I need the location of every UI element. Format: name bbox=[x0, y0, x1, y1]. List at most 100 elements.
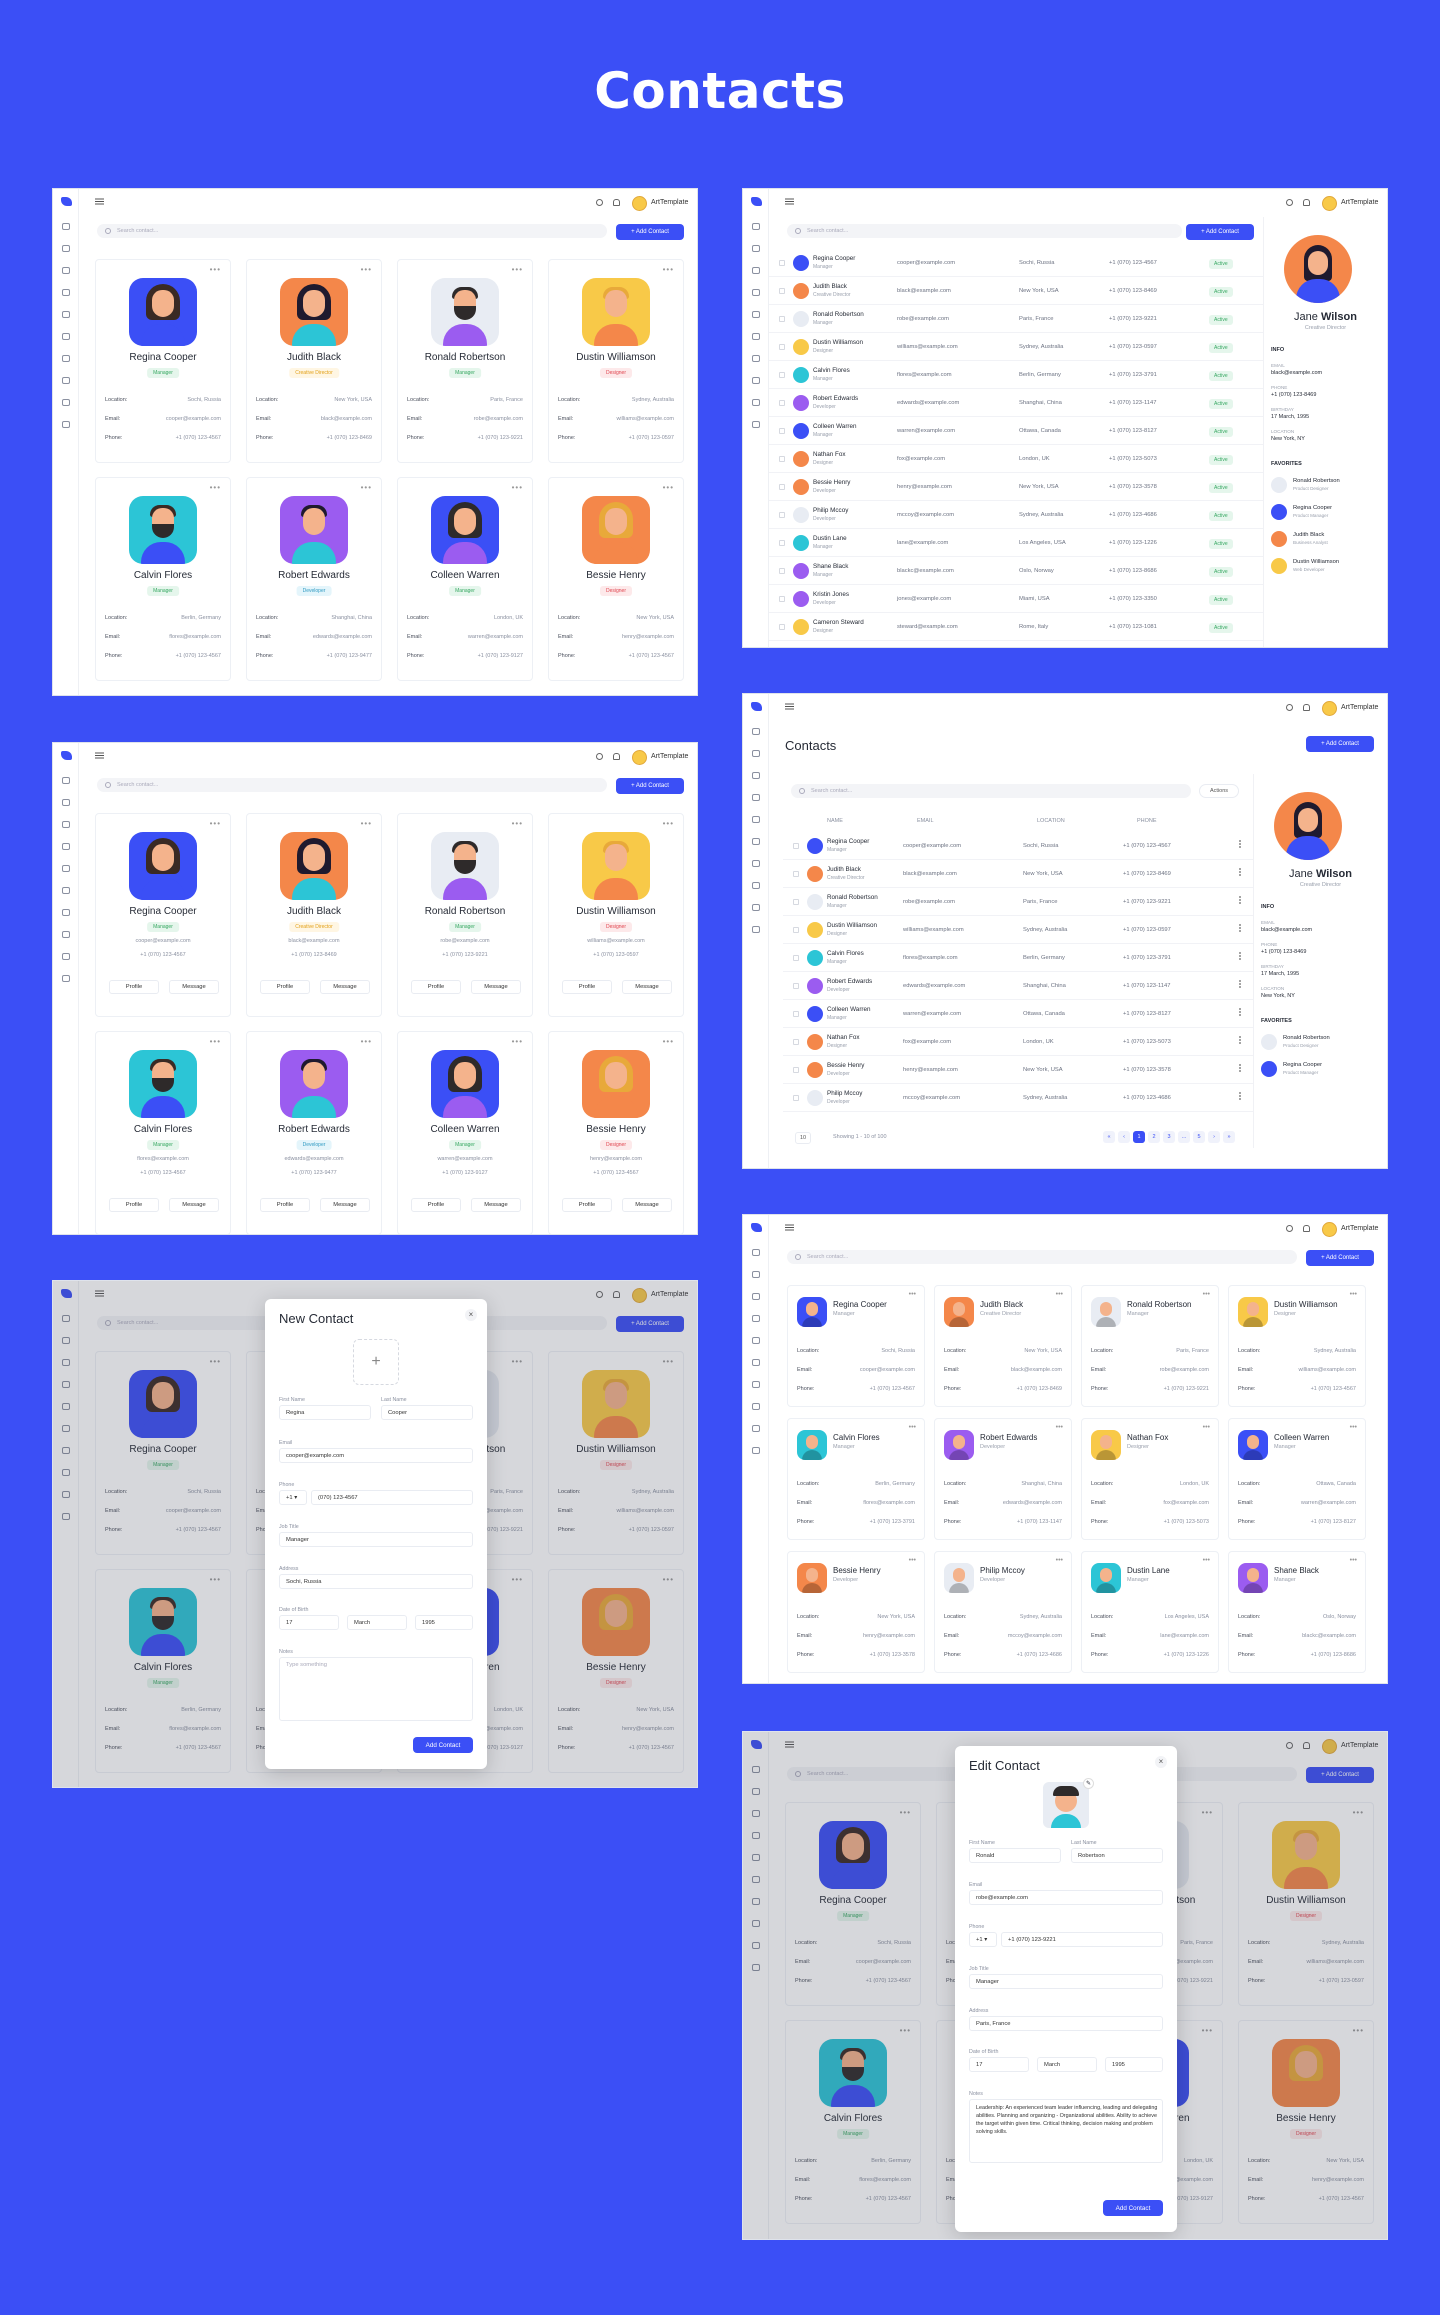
row-checkbox[interactable] bbox=[793, 983, 799, 989]
search-icon[interactable] bbox=[596, 753, 603, 760]
message-button[interactable]: Message bbox=[320, 980, 370, 994]
contact-card[interactable]: ••• Dustin Williamson Designer Location: Syd… bbox=[548, 259, 684, 463]
nav-icon[interactable] bbox=[62, 887, 70, 894]
search-input[interactable]: Search contact... bbox=[787, 224, 1182, 238]
nav-icon[interactable] bbox=[62, 399, 70, 406]
search-icon[interactable] bbox=[1286, 704, 1293, 711]
table-row[interactable]: Regina Cooper Manager cooper@example.com So… bbox=[769, 249, 1279, 277]
more-options-icon[interactable]: ••• bbox=[663, 1037, 674, 1046]
add-contact-submit[interactable]: Add Contact bbox=[413, 1737, 473, 1753]
row-checkbox[interactable] bbox=[779, 596, 785, 602]
more-options-icon[interactable]: ••• bbox=[1056, 1424, 1063, 1431]
contact-card[interactable]: ••• Ronald Robertson Manager Location:Paris… bbox=[397, 259, 533, 463]
nav-icon[interactable] bbox=[62, 289, 70, 296]
contact-card[interactable]: ••• Dustin Williamson Designer williams@exa… bbox=[548, 813, 684, 1017]
contact-card[interactable]: ••• Judith Black Creative Director Location… bbox=[246, 259, 382, 463]
menu-icon[interactable] bbox=[785, 1227, 794, 1229]
nav-icon[interactable] bbox=[62, 931, 70, 938]
more-options-icon[interactable]: ••• bbox=[909, 1557, 916, 1564]
user-name[interactable]: ArtTemplate bbox=[1341, 704, 1378, 711]
nav-icon[interactable] bbox=[62, 975, 70, 982]
nav-icon[interactable] bbox=[752, 421, 760, 428]
table-row[interactable]: Ronald Robertson Manager robe@example.com P… bbox=[769, 305, 1279, 333]
search-input[interactable]: Search contact... bbox=[787, 1250, 1297, 1264]
close-icon[interactable]: × bbox=[1155, 1756, 1167, 1768]
phone-prefix-select[interactable]: +1 ▾ bbox=[279, 1490, 307, 1505]
column-header[interactable]: PHONE bbox=[1137, 818, 1157, 824]
row-checkbox[interactable] bbox=[779, 428, 785, 434]
search-input[interactable]: Search contact... bbox=[791, 784, 1191, 798]
search-icon[interactable] bbox=[596, 199, 603, 206]
menu-icon[interactable] bbox=[95, 201, 104, 203]
table-row[interactable]: Ronald Robertson Manager robe@example.com P… bbox=[783, 888, 1253, 916]
page-button[interactable]: 1 bbox=[1133, 1131, 1145, 1143]
nav-icon[interactable] bbox=[752, 1425, 760, 1432]
nav-icon[interactable] bbox=[752, 333, 760, 340]
more-options-icon[interactable]: ••• bbox=[210, 265, 221, 274]
user-avatar[interactable] bbox=[632, 196, 647, 211]
page-button[interactable]: 3 bbox=[1163, 1131, 1175, 1143]
bell-icon[interactable] bbox=[1303, 199, 1310, 206]
message-button[interactable]: Message bbox=[622, 1198, 672, 1212]
row-checkbox[interactable] bbox=[779, 484, 785, 490]
more-options-icon[interactable]: ••• bbox=[210, 483, 221, 492]
search-input[interactable]: Search contact... bbox=[97, 778, 607, 792]
page-size-select[interactable]: 10 bbox=[795, 1132, 812, 1144]
row-checkbox[interactable] bbox=[793, 955, 799, 961]
more-options-icon[interactable]: ••• bbox=[1350, 1291, 1357, 1298]
nav-icon[interactable] bbox=[62, 799, 70, 806]
actions-dropdown[interactable]: Actions bbox=[1199, 784, 1239, 798]
row-checkbox[interactable] bbox=[779, 344, 785, 350]
contact-card[interactable]: ••• Bessie Henry Designer henry@example.com… bbox=[548, 1031, 684, 1234]
row-checkbox[interactable] bbox=[779, 456, 785, 462]
nav-icon[interactable] bbox=[752, 1293, 760, 1300]
row-checkbox[interactable] bbox=[793, 899, 799, 905]
nav-icon[interactable] bbox=[62, 245, 70, 252]
column-header[interactable]: EMAIL bbox=[917, 818, 934, 824]
first-name-field[interactable]: Regina bbox=[279, 1405, 371, 1420]
table-row[interactable]: Regina Cooper Manager cooper@example.com So… bbox=[783, 832, 1253, 860]
nav-icon[interactable] bbox=[752, 904, 760, 911]
menu-icon[interactable] bbox=[785, 706, 794, 708]
row-checkbox[interactable] bbox=[779, 624, 785, 630]
nav-icon[interactable] bbox=[752, 728, 760, 735]
nav-icon[interactable] bbox=[752, 1403, 760, 1410]
add-contact-button[interactable]: + Add Contact bbox=[1186, 224, 1254, 240]
contact-card[interactable]: ••• Judith Black Creative Director black@ex… bbox=[246, 813, 382, 1017]
page-button[interactable]: ... bbox=[1178, 1131, 1190, 1143]
contact-card[interactable]: ••• Calvin Flores Manager Location: Berlin, … bbox=[95, 477, 231, 681]
user-name[interactable]: ArtTemplate bbox=[651, 753, 688, 760]
table-row[interactable]: Judith Black Creative Director black@examp… bbox=[783, 860, 1253, 888]
row-checkbox[interactable] bbox=[779, 260, 785, 266]
more-options-icon[interactable] bbox=[1239, 1092, 1241, 1094]
contact-card[interactable]: Shane Black Manager ••• Location: Oslo, Norw… bbox=[1228, 1551, 1366, 1673]
more-options-icon[interactable]: ••• bbox=[909, 1291, 916, 1298]
row-checkbox[interactable] bbox=[793, 1095, 799, 1101]
phone-prefix-select[interactable]: +1 ▾ bbox=[969, 1932, 997, 1947]
nav-icon[interactable] bbox=[62, 223, 70, 230]
table-row[interactable]: Colleen Warren Manager warren@example.com O… bbox=[769, 417, 1279, 445]
menu-icon[interactable] bbox=[95, 755, 104, 757]
profile-button[interactable]: Profile bbox=[260, 1198, 310, 1212]
add-contact-button[interactable]: + Add Contact bbox=[616, 224, 684, 240]
contact-card[interactable]: ••• Colleen Warren Manager warren@example.c… bbox=[397, 1031, 533, 1234]
more-options-icon[interactable]: ••• bbox=[512, 819, 523, 828]
more-options-icon[interactable]: ••• bbox=[361, 483, 372, 492]
notes-field[interactable]: Type something bbox=[279, 1657, 473, 1721]
row-checkbox[interactable] bbox=[793, 1039, 799, 1045]
profile-button[interactable]: Profile bbox=[260, 980, 310, 994]
job-title-field[interactable]: Manager bbox=[279, 1532, 473, 1547]
column-header[interactable]: LOCATION bbox=[1037, 818, 1065, 824]
close-icon[interactable]: × bbox=[465, 1309, 477, 1321]
table-row[interactable]: Calvin Flores Manager flores@example.com Be… bbox=[783, 944, 1253, 972]
contact-photo[interactable] bbox=[1043, 1782, 1089, 1828]
phone-field[interactable]: (070) 123-4567 bbox=[311, 1490, 473, 1505]
more-options-icon[interactable]: ••• bbox=[1203, 1557, 1210, 1564]
more-options-icon[interactable]: ••• bbox=[663, 265, 674, 274]
more-options-icon[interactable] bbox=[1239, 980, 1241, 982]
table-row[interactable]: Philip Mccoy Developer mccoy@example.com Sy… bbox=[769, 501, 1279, 529]
more-options-icon[interactable] bbox=[1239, 924, 1241, 926]
row-checkbox[interactable] bbox=[793, 871, 799, 877]
more-options-icon[interactable]: ••• bbox=[1350, 1424, 1357, 1431]
nav-icon[interactable] bbox=[752, 1337, 760, 1344]
